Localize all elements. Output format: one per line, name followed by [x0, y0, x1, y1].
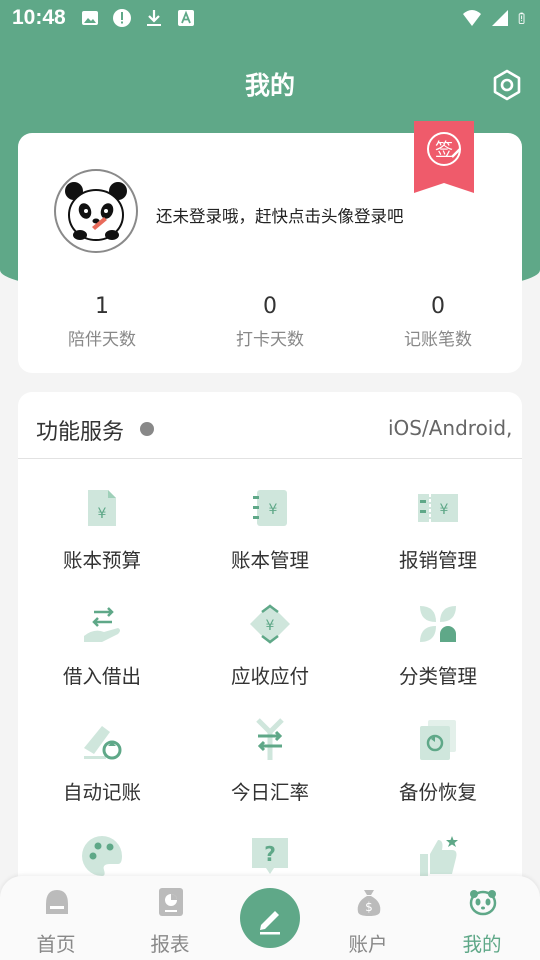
service-ledger[interactable]: ¥ 账本管理	[186, 482, 354, 592]
services-title: 功能服务	[36, 420, 125, 445]
stat-record-count: 0 记账笔数	[354, 293, 522, 350]
category-icon	[420, 606, 456, 642]
image-icon	[82, 11, 98, 25]
status-notification-icons	[80, 8, 196, 28]
reimburse-icon: ¥	[418, 494, 458, 522]
tab-account[interactable]: $ 账户	[318, 876, 418, 960]
service-reimburse[interactable]: ¥ 报销管理	[354, 482, 522, 592]
stat-companion-days: 1 陪伴天数	[18, 293, 186, 350]
tab-label: 我的	[462, 933, 502, 956]
status-dot	[140, 422, 154, 436]
status-system-icons	[462, 8, 530, 28]
wifi-icon	[463, 10, 481, 26]
service-exchange-rate[interactable]: 今日汇率	[186, 714, 354, 824]
stat-value: 1	[95, 294, 109, 319]
services-header: 功能服务 iOS/Android,	[18, 392, 522, 459]
service-label: 应收应付	[230, 665, 309, 688]
svg-text:?: ?	[264, 842, 276, 866]
svg-text:¥: ¥	[266, 618, 275, 634]
help-icon: ?	[252, 838, 288, 874]
tab-label: 账户	[348, 933, 388, 956]
download-icon	[147, 10, 161, 26]
tab-label: 报表	[150, 933, 190, 956]
stat-label: 陪伴天数	[68, 330, 136, 350]
settings-icon[interactable]	[490, 68, 524, 102]
stat-value: 0	[431, 294, 445, 319]
service-budget[interactable]: ¥ 账本预算	[18, 482, 186, 592]
svg-text:¥: ¥	[440, 502, 449, 518]
sign-in-badge[interactable]: 签	[412, 121, 476, 199]
service-label: 自动记账	[62, 781, 141, 804]
a-notification-icon	[178, 10, 194, 26]
money-bag-icon: $	[357, 890, 381, 916]
profile-card: 还未登录哦，赶快点击头像登录吧 签 1 陪伴天数 0 打卡天数 0 记账笔数	[18, 121, 522, 373]
svg-text:¥: ¥	[98, 506, 107, 522]
tab-report[interactable]: 报表	[120, 876, 220, 960]
service-category[interactable]: 分类管理	[354, 598, 522, 708]
add-record-button[interactable]	[240, 888, 300, 948]
svg-text:¥: ¥	[269, 502, 278, 518]
services-card: 功能服务 iOS/Android, ¥ 账本预算 ¥ 账本管理 ¥ 报销管理 借…	[18, 392, 522, 892]
report-icon	[159, 888, 183, 916]
tab-bar: 首页 报表 $ 账户 我的	[0, 876, 540, 960]
tab-label: 首页	[36, 933, 76, 956]
page-title: 我的	[244, 71, 295, 100]
panda-icon	[469, 890, 497, 916]
service-label: 今日汇率	[230, 781, 309, 804]
stat-label: 打卡天数	[236, 330, 304, 350]
sign-in-badge-text: 签	[435, 140, 453, 161]
login-hint[interactable]: 还未登录哦，赶快点击头像登录吧	[156, 203, 404, 227]
stats-row: 1 陪伴天数 0 打卡天数 0 记账笔数	[18, 293, 522, 350]
service-label: 账本管理	[230, 549, 309, 572]
budget-icon: ¥	[88, 490, 116, 526]
thumbs-up-icon	[420, 836, 458, 876]
stat-checkin-days: 0 打卡天数	[186, 293, 354, 350]
service-backup[interactable]: 备份恢复	[354, 714, 522, 824]
receivable-icon: ¥	[250, 604, 290, 644]
panda-avatar-icon	[65, 182, 127, 241]
stat-label: 记账笔数	[404, 330, 472, 350]
tab-home[interactable]: 首页	[6, 876, 106, 960]
service-receivable[interactable]: ¥ 应收应付	[186, 598, 354, 708]
home-icon	[46, 890, 68, 914]
battery-icon	[518, 12, 525, 24]
status-bar: 10:48	[0, 0, 540, 36]
tab-mine[interactable]: 我的	[432, 876, 532, 960]
avatar[interactable]	[54, 169, 138, 253]
ledger-icon: ¥	[253, 490, 287, 526]
service-lend-borrow[interactable]: 借入借出	[18, 598, 186, 708]
status-time: 10:48	[12, 6, 66, 29]
pencil-icon	[260, 911, 280, 935]
service-label: 分类管理	[398, 665, 477, 688]
service-label: 报销管理	[398, 549, 477, 572]
service-label: 备份恢复	[398, 781, 477, 804]
services-marquee: iOS/Android,	[388, 416, 513, 440]
lend-borrow-icon	[84, 607, 120, 642]
service-label: 借入借出	[62, 665, 141, 688]
backup-icon	[420, 720, 456, 760]
exchange-rate-icon	[256, 718, 284, 760]
alert-icon	[113, 9, 131, 27]
service-label: 账本预算	[62, 549, 141, 572]
svg-text:$: $	[365, 900, 373, 914]
palette-icon	[82, 836, 122, 876]
service-auto-record[interactable]: 自动记账	[18, 714, 186, 824]
signal-icon	[492, 10, 508, 26]
auto-record-icon	[84, 726, 122, 760]
stat-value: 0	[263, 294, 277, 319]
